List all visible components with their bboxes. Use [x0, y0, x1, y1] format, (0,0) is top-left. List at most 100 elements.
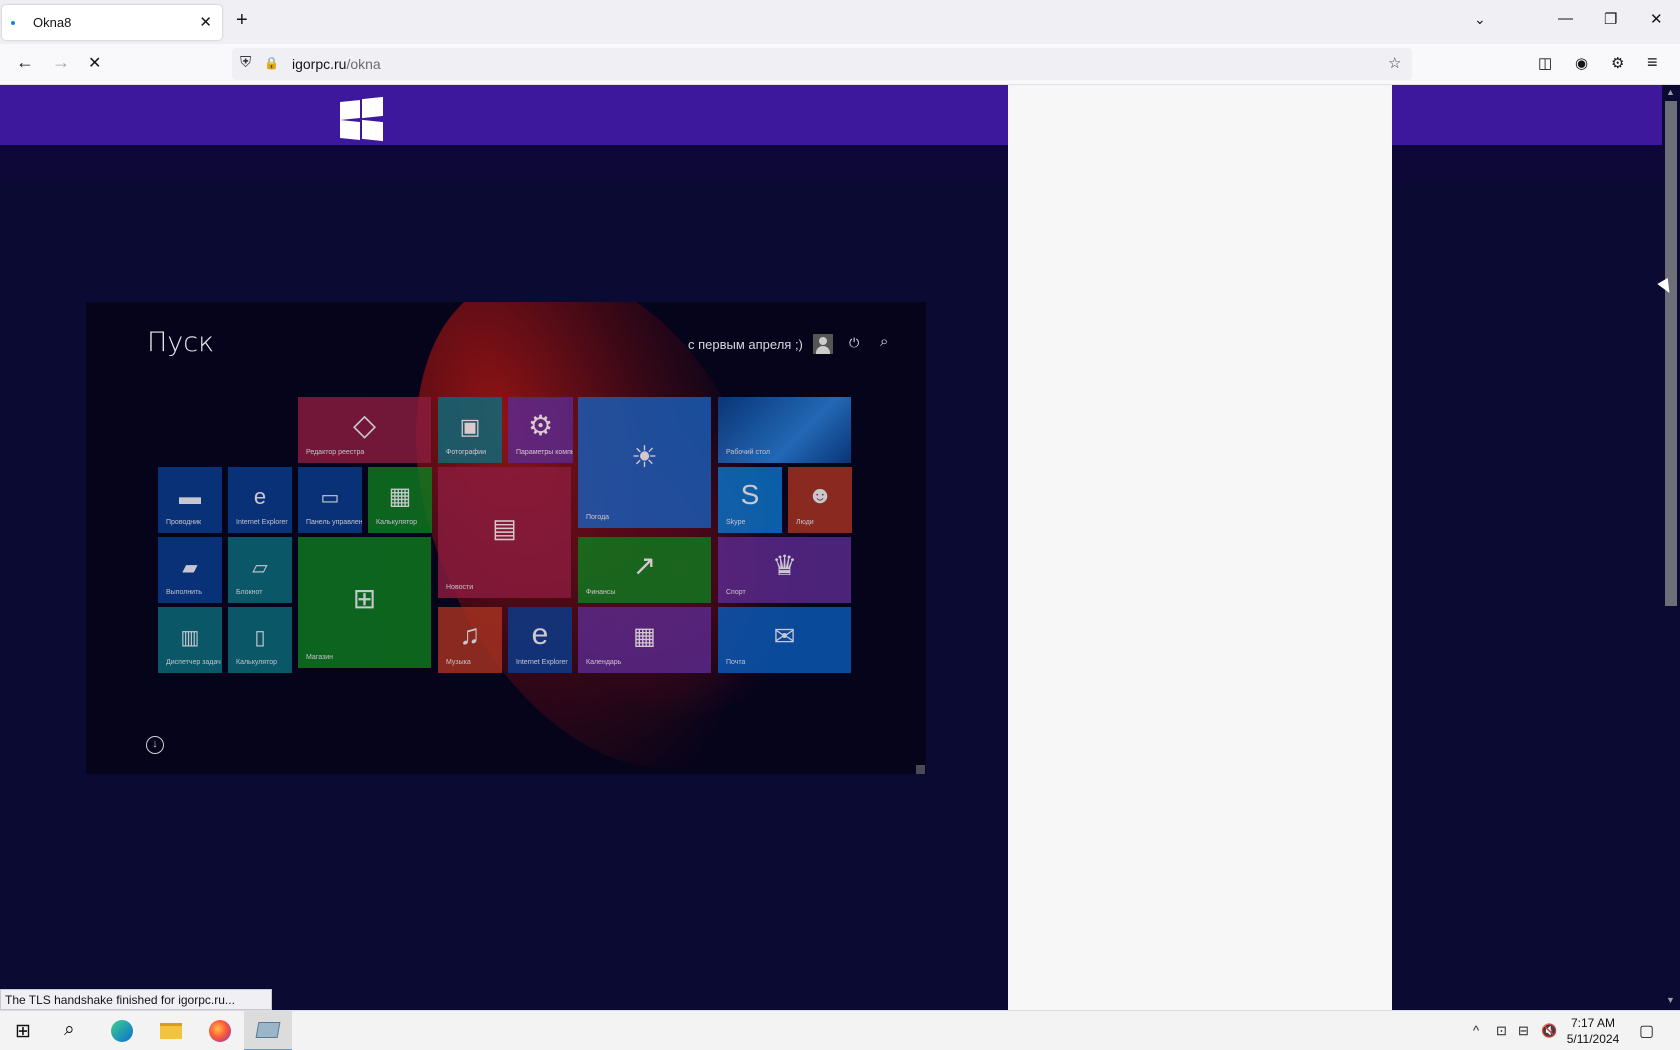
tile-label: Выполнить: [166, 589, 202, 596]
tile-8[interactable]: ▭ Панель управления: [298, 467, 362, 533]
taskbar-edge[interactable]: [98, 1011, 146, 1050]
tile-icon: ▭: [320, 487, 340, 509]
tray-network-icon[interactable]: ⊟: [1518, 1023, 1529, 1039]
tile-2[interactable]: ▣ Фотографии: [438, 397, 502, 463]
tile-label: Калькулятор: [376, 519, 417, 526]
tile-label: Калькулятор: [236, 659, 277, 666]
url-text[interactable]: igorpc.ru/okna: [292, 56, 381, 72]
tile-22[interactable]: ▦ Календарь: [578, 607, 711, 673]
tile-label: Панель управления: [306, 519, 362, 526]
tile-19[interactable]: ▯ Калькулятор: [228, 607, 292, 673]
tile-label: Internet Explorer: [236, 519, 288, 526]
forward-button[interactable]: →: [52, 52, 70, 73]
taskbar-firefox[interactable]: [196, 1011, 244, 1050]
tile-icon: e: [253, 484, 267, 509]
page-scrollbar[interactable]: ▲ ▼: [1662, 85, 1680, 1010]
tile-label: Internet Explorer: [516, 659, 568, 666]
notifications-icon[interactable]: ▢: [1639, 1021, 1654, 1041]
tile-icon: ▣: [459, 414, 481, 439]
start-screen-image[interactable]: Пуск с первым апреля ;) ⏻ ⌕ ↓ ◇ Редактор …: [86, 302, 926, 774]
clock-time: 7:17 AM: [1570, 1016, 1616, 1030]
tile-12[interactable]: ☻ Люди: [788, 467, 852, 533]
clock[interactable]: 7:17 AM 5/11/2024: [1560, 1015, 1626, 1047]
tile-icon: ▱: [252, 557, 268, 579]
tile-icon: ♛: [771, 550, 798, 581]
restore-button[interactable]: ❐: [1604, 10, 1617, 28]
tile-icon: ▦: [633, 623, 656, 650]
tile-label: Люди: [796, 519, 814, 526]
tile-10[interactable]: ▤ Новости: [438, 467, 571, 598]
stop-loading-button[interactable]: ✕: [88, 53, 101, 73]
start-button[interactable]: ⊞: [0, 1011, 48, 1050]
tile-7[interactable]: e Internet Explorer: [228, 467, 292, 533]
tile-17[interactable]: ♛ Спорт: [718, 537, 851, 603]
account-icon[interactable]: ◉: [1575, 54, 1588, 72]
tile-14[interactable]: ▱ Блокнот: [228, 537, 292, 603]
tile-6[interactable]: ▬ Проводник: [158, 467, 222, 533]
tile-icon: S: [740, 479, 760, 510]
tray-volume-muted-icon[interactable]: 🔇: [1541, 1023, 1557, 1039]
tile-21[interactable]: e Internet Explorer: [508, 607, 572, 673]
taskbar-app-active[interactable]: [244, 1011, 292, 1050]
search-icon[interactable]: ⌕: [880, 333, 888, 350]
user-name[interactable]: с первым апреля ;): [688, 337, 803, 352]
taskbar-search-icon: ⌕: [64, 1019, 75, 1040]
app-menu-icon[interactable]: ≡: [1647, 52, 1658, 73]
tile-16[interactable]: ↗ Финансы: [578, 537, 711, 603]
tray-device-icon[interactable]: ⊡: [1496, 1023, 1507, 1039]
tile-icon: ⚙: [527, 410, 554, 441]
scroll-down-icon[interactable]: ▼: [1666, 995, 1675, 1005]
loading-dot-icon: [11, 21, 15, 25]
tile-label: Параметры компьютера: [516, 449, 573, 456]
tray-chevron-icon[interactable]: ^: [1473, 1023, 1479, 1038]
tile-icon: ▯: [254, 627, 266, 649]
start-title: Пуск: [147, 327, 215, 358]
tab-okna8[interactable]: Okna8 ✕: [2, 5, 222, 40]
tile-icon: ▰: [182, 557, 198, 579]
app-window-icon: [255, 1022, 281, 1038]
tile-1[interactable]: ◇ Редактор реестра: [298, 397, 431, 463]
tile-11[interactable]: S Skype: [718, 467, 782, 533]
tile-label: Почта: [726, 659, 746, 666]
tile-icon: ▤: [492, 513, 517, 543]
address-bar[interactable]: ⛨ 🔒 igorpc.ru/okna ☆: [232, 48, 1412, 80]
bookmark-star-icon[interactable]: ☆: [1388, 54, 1401, 72]
power-icon[interactable]: ⏻: [849, 335, 859, 351]
list-all-tabs-button[interactable]: ⌄: [1474, 11, 1486, 28]
tile-label: Редактор реестра: [306, 449, 365, 456]
scrollbar-thumb[interactable]: [1665, 101, 1677, 606]
tile-icon: ◇: [352, 409, 377, 442]
tile-15[interactable]: ⊞ Магазин: [298, 537, 431, 668]
tracking-protection-shield-icon[interactable]: ⛨: [240, 54, 251, 71]
close-window-button[interactable]: ✕: [1650, 10, 1663, 28]
tile-4[interactable]: ☀ Погода: [578, 397, 711, 528]
tab-title: Okna8: [33, 15, 72, 30]
lock-icon[interactable]: 🔒: [264, 56, 279, 70]
new-tab-button[interactable]: +: [236, 9, 248, 32]
minimize-button[interactable]: —: [1558, 10, 1573, 27]
tile-label: Музыка: [446, 659, 471, 666]
url-host: igorpc.ru: [292, 56, 347, 72]
clock-date: 5/11/2024: [1566, 1032, 1620, 1046]
web-page: Пуск с первым апреля ;) ⏻ ⌕ ↓ ◇ Редактор …: [0, 85, 1680, 1010]
taskbar-search-button[interactable]: ⌕: [48, 1011, 96, 1050]
all-apps-arrow-icon[interactable]: ↓: [146, 736, 164, 754]
extensions-icon[interactable]: ⚙: [1611, 54, 1624, 72]
tile-13[interactable]: ▰ Выполнить: [158, 537, 222, 603]
tile-label: Календарь: [586, 659, 622, 666]
pocket-icon[interactable]: ◫: [1538, 54, 1552, 72]
taskbar-file-explorer[interactable]: [148, 1011, 196, 1050]
tile-18[interactable]: ▥ Диспетчер задач: [158, 607, 222, 673]
tile-3[interactable]: ⚙ Параметры компьютера: [508, 397, 573, 463]
scroll-up-icon[interactable]: ▲: [1666, 87, 1675, 97]
tile-20[interactable]: ♫ Музыка: [438, 607, 502, 673]
tile-5[interactable]: Рабочий стол: [718, 397, 851, 463]
tab-close-icon[interactable]: ✕: [199, 13, 212, 31]
tile-9[interactable]: ▦ Калькулятор: [368, 467, 432, 533]
avatar[interactable]: [813, 334, 833, 354]
tile-label: Блокнот: [236, 589, 263, 596]
windows-logo-icon[interactable]: [340, 96, 383, 142]
edge-icon: [111, 1020, 133, 1042]
tile-23[interactable]: ✉ Почта: [718, 607, 851, 673]
back-button[interactable]: ←: [16, 52, 34, 73]
